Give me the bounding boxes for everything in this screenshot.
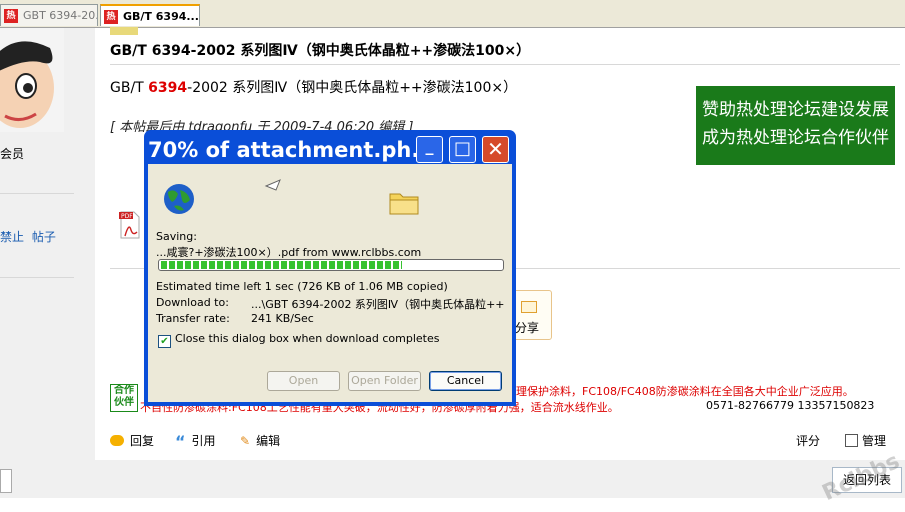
reply-label: 回复 [130,434,155,448]
cancel-button[interactable]: Cancel [429,371,502,391]
post-tag-badge [110,27,138,35]
partner-badge-line2: 伙伴 [114,397,134,408]
partner-badge-line1: 合作 [114,385,134,396]
progress-fill [161,261,402,269]
mail-icon [521,301,537,313]
close-when-done-checkbox[interactable]: ✔ [158,335,171,348]
member-label: 会员 [0,147,25,161]
close-button[interactable]: ✕ [482,136,509,163]
transfer-rate-label: Transfer rate: [156,312,230,325]
reply-action[interactable]: 回复 [110,432,154,449]
close-when-done-option[interactable]: ✔ Close this dialog box when download com… [158,332,439,348]
manage-checkbox[interactable] [845,434,858,447]
transfer-rate-value: 241 KB/Sec [251,312,314,325]
edit-label: 编辑 [256,434,281,448]
tab-gbt-6394-inactive[interactable]: 热 GBT 6394-20... [0,4,98,26]
reply-icon [110,435,124,446]
tab-bar: 热 GBT 6394-20... 热 GB/T 6394... [0,0,905,28]
quote-action[interactable]: “ 引用 [175,432,216,451]
rate-action[interactable]: 评分 [796,432,820,449]
manage-action[interactable]: 管理 [845,432,886,449]
open-folder-button[interactable]: Open Folder [348,371,421,391]
open-button[interactable]: Open [267,371,340,391]
post-body-highlight: 6394 [148,80,188,96]
tab-label: GB/T 6394... [123,10,199,23]
avatar [0,28,64,132]
post-title: GB/T 6394-2002 系列图Ⅳ（钢中奥氏体晶粒++渗碳法100×） [110,43,531,59]
divider [0,277,74,278]
partner-phone: 0571-82766779 13357150823 [706,399,875,412]
folder-icon [388,188,420,216]
saving-label: Saving: [156,230,197,243]
time-left-text: Estimated time left 1 sec (726 KB of 1.0… [156,280,448,293]
pdf-icon[interactable]: PDF [119,210,141,240]
posts-link[interactable]: 帖子 [32,230,56,244]
ad-line-1: 赞助热处理论坛建设发展 [702,100,889,120]
quote-icon: “ [175,432,186,451]
saving-filename: ...咸寰?+渗碳法100×）.pdf from www.rclbbs.com [156,246,422,259]
tab-label: GBT 6394-20... [23,9,98,22]
download-to-label: Download to: [156,296,229,309]
ad-line-2: 成为热处理论坛合作伙伴 [702,128,889,148]
site-favicon-icon: 热 [4,9,18,23]
tab-gbt-6394-active[interactable]: 热 GB/T 6394... [100,4,200,26]
download-progress-bar [158,259,504,271]
bottom-strip [0,460,905,498]
pencil-icon: ✎ [240,434,251,448]
svg-text:PDF: PDF [121,213,133,220]
rate-label: 评分 [796,434,821,448]
edit-action[interactable]: ✎ 编辑 [240,432,280,449]
divider [0,193,74,194]
close-when-done-label: Close this dialog box when download comp… [175,332,440,345]
globe-icon [162,182,196,216]
partner-text-1: 理保护涂料，FC108/FC408防渗碳涂料在全国各大中企业广泛应用。 [516,385,854,398]
site-favicon-icon: 热 [104,10,118,24]
manage-label: 管理 [862,434,887,448]
maximize-button[interactable]: □ [449,136,476,163]
download-to-value: ...\GBT 6394-2002 系列图Ⅳ（钢中奥氏体晶粒++ [251,298,505,311]
download-dialog: 70% of attachment.ph... _ □ ✕ Saving: ..… [144,130,516,406]
minimize-button[interactable]: _ [416,136,443,163]
post-body-suffix: -2002 系列图Ⅳ（钢中奥氏体晶粒++渗碳法100×） [187,80,518,96]
sidebar-links: 禁止 帖子 [0,228,56,245]
quote-label: 引用 [191,434,216,448]
post-body-line: GB/T 6394-2002 系列图Ⅳ（钢中奥氏体晶粒++渗碳法100×） [110,77,517,97]
flying-paper-icon [264,176,284,192]
sponsor-ad-banner[interactable]: 赞助热处理论坛建设发展 成为热处理论坛合作伙伴 [696,86,895,165]
page-select[interactable] [0,469,12,493]
post-body-prefix: GB/T [110,80,149,96]
dialog-body: Saving: ...咸寰?+渗碳法100×）.pdf from www.rcl… [148,164,512,402]
partner-badge: 合作 伙伴 [110,384,138,412]
share-label: 分享 [515,321,540,335]
status-link[interactable]: 禁止 [0,230,24,244]
divider [110,64,900,65]
